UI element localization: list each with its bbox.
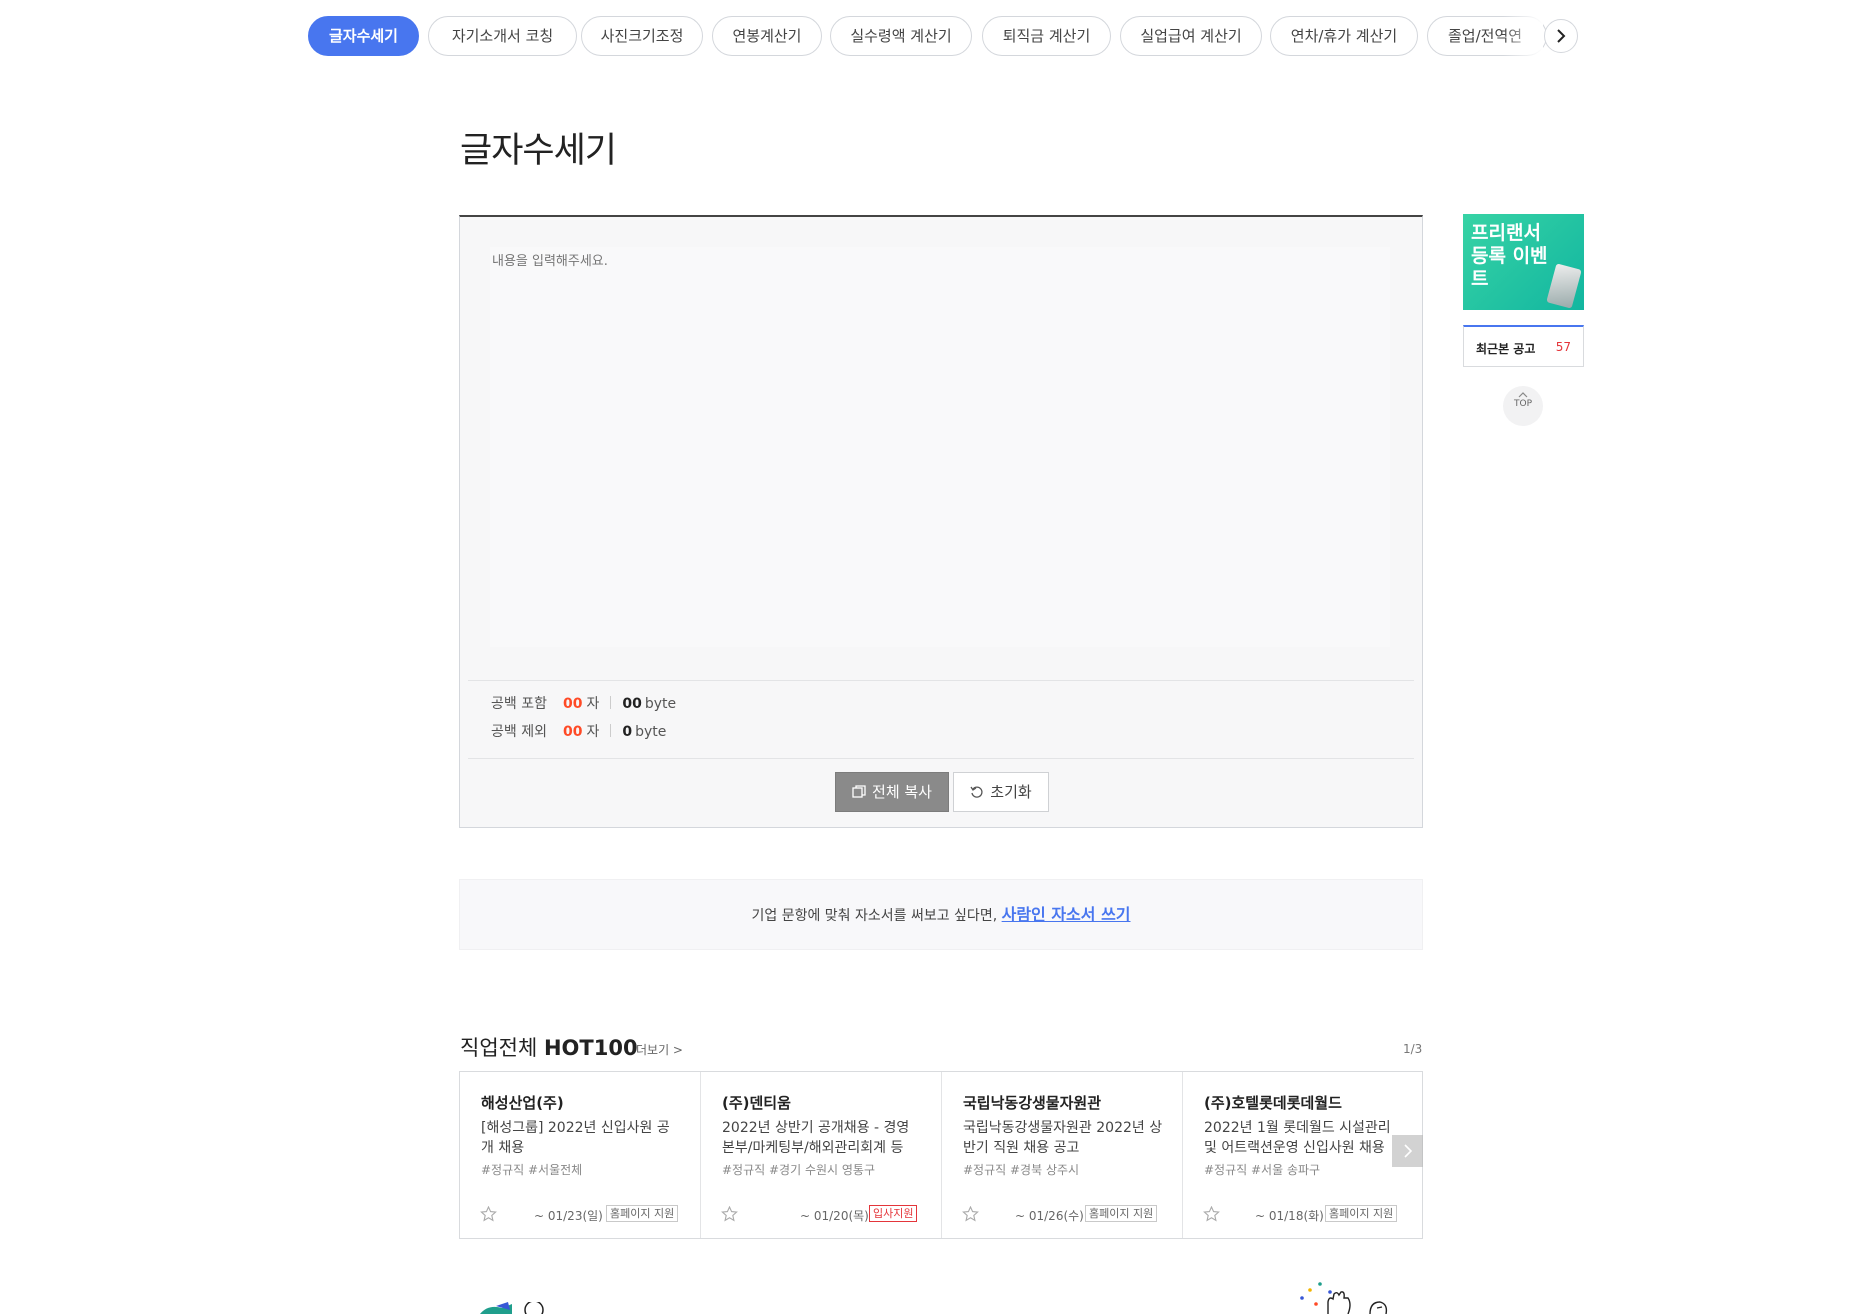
job-title[interactable]: [해성그룹] 2022년 신입사원 공개 채용 (481, 1118, 681, 1158)
company-name[interactable]: 국립낙동강생물자원관 (963, 1092, 1182, 1113)
char-unit: 자 (586, 724, 600, 740)
cover-letter-promo-banner: 기업 문항에 맞춰 자소서를 써보고 싶다면, 사람인 자소서 쓰기 (459, 879, 1423, 950)
tab-next-button[interactable] (1544, 19, 1578, 53)
job-card[interactable]: (주)덴티움 2022년 상반기 공개채용 - 경영본부/마케팅부/해외관리회계… (701, 1072, 942, 1238)
deadline: ~ 01/23(일) (534, 1209, 603, 1223)
company-name[interactable]: 해성산업(주) (481, 1092, 700, 1113)
byte-count: 0 (622, 724, 633, 740)
tab-severance-calculator[interactable]: 퇴직금 계산기 (982, 16, 1111, 56)
stat-label: 공백 포함 (491, 696, 547, 712)
copy-all-button[interactable]: 전체 복사 (835, 772, 949, 812)
byte-unit: byte (635, 724, 667, 740)
separator (610, 724, 612, 737)
copy-all-label: 전체 복사 (872, 783, 932, 801)
job-tags: #정규직 #서울전체 (481, 1163, 583, 1177)
tab-annual-leave-calculator[interactable]: 연차/휴가 계산기 (1270, 16, 1418, 56)
job-title[interactable]: 2022년 1월 롯데월드 시설관리 및 어트랙션운영 신입사원 채용 (1204, 1118, 1404, 1158)
divider (468, 680, 1414, 681)
company-name[interactable]: (주)호텔롯데롯데월드 (1204, 1092, 1424, 1113)
copy-icon (852, 785, 866, 798)
job-tags: #정규직 #경북 상주시 (963, 1163, 1080, 1177)
apply-badge[interactable]: 입사지원 (869, 1205, 918, 1222)
content-input[interactable] (490, 247, 1390, 647)
job-title[interactable]: 국립낙동강생물자원관 2022년 상반기 직원 채용 공고 (963, 1118, 1163, 1158)
divider (468, 758, 1414, 759)
page-title: 글자수세기 (460, 131, 617, 171)
chevron-right-icon (1404, 1144, 1413, 1158)
char-count: 00 (563, 696, 583, 712)
deadline: ~ 01/20(목) (800, 1209, 869, 1223)
apply-badge[interactable]: 홈페이지 지원 (606, 1205, 679, 1222)
tab-net-pay-calculator[interactable]: 실수령액 계산기 (830, 16, 972, 56)
promo-text: 기업 문항에 맞춰 자소서를 써보고 싶다면, (751, 908, 998, 924)
decorative-illustration (480, 1302, 544, 1314)
job-card[interactable]: (주)호텔롯데롯데월드 2022년 1월 롯데월드 시설관리 및 어트랙션운영 … (1183, 1072, 1424, 1238)
char-unit: 자 (586, 696, 600, 712)
stat-with-space: 공백 포함 00 자 00 byte (491, 694, 676, 714)
chevron-right-icon (1557, 29, 1566, 43)
stat-without-space: 공백 제외 00 자 0 byte (491, 722, 666, 742)
byte-count: 00 (622, 696, 642, 712)
job-tags: #정규직 #서울 송파구 (1204, 1163, 1321, 1177)
byte-unit: byte (644, 696, 677, 712)
tab-photo-resize[interactable]: 사진크기조정 (581, 16, 703, 56)
deadline: ~ 01/26(수) (1015, 1209, 1084, 1223)
tab-unemployment-calculator[interactable]: 실업급여 계산기 (1120, 16, 1262, 56)
ad-text: 프리랜서 등록 이벤트 (1471, 222, 1548, 290)
tab-salary-calculator[interactable]: 연봉계산기 (712, 16, 822, 56)
tab-fade (1503, 16, 1543, 56)
char-count: 00 (563, 724, 583, 740)
chevron-up-icon (1518, 392, 1528, 398)
job-tags: #정규직 #경기 수원시 영통구 (722, 1163, 875, 1177)
write-cover-letter-link[interactable]: 사람인 자소서 쓰기 (1002, 905, 1131, 924)
stat-label: 공백 제외 (491, 724, 547, 740)
deadline: ~ 01/18(화) (1255, 1209, 1324, 1223)
char-counter-panel: 공백 포함00자00byte 공백 제외00자0byte 전체 복사 초기화 (459, 215, 1423, 828)
hot100-job-list: 해성산업(주) [해성그룹] 2022년 신입사원 공개 채용 #정규직 #서울… (459, 1071, 1423, 1239)
job-card[interactable]: 국립낙동강생물자원관 국립낙동강생물자원관 2022년 상반기 직원 채용 공고… (942, 1072, 1183, 1238)
star-icon[interactable] (480, 1206, 497, 1222)
company-name[interactable]: (주)덴티움 (722, 1092, 941, 1113)
apply-badge[interactable]: 홈페이지 지원 (1325, 1205, 1398, 1222)
phone-image (1546, 263, 1582, 309)
freelancer-event-ad[interactable]: 프리랜서 등록 이벤트 (1463, 214, 1584, 310)
hot100-page-indicator: 1/3 (1403, 1042, 1423, 1056)
star-icon[interactable] (962, 1206, 979, 1222)
reset-label: 초기화 (990, 783, 1032, 801)
hot100-title-prefix: 직업전체 (460, 1036, 538, 1060)
job-card[interactable]: 해성산업(주) [해성그룹] 2022년 신입사원 공개 채용 #정규직 #서울… (460, 1072, 701, 1238)
jobs-next-button[interactable] (1392, 1135, 1423, 1167)
decorative-illustration (1300, 1282, 1388, 1314)
hot100-title-bold: HOT100 (543, 1036, 638, 1060)
reset-button[interactable]: 초기화 (953, 772, 1049, 812)
recent-jobs-widget[interactable]: 최근본 공고 57 (1463, 325, 1584, 367)
job-title[interactable]: 2022년 상반기 공개채용 - 경영본부/마케팅부/해외관리회계 등 (722, 1118, 922, 1158)
recent-jobs-count: 57 (1555, 340, 1571, 354)
tab-cover-letter-coaching[interactable]: 자기소개서 코칭 (428, 16, 577, 56)
hot100-title: 직업전체 HOT100 (460, 1032, 638, 1062)
tab-char-counter[interactable]: 글자수세기 (308, 16, 419, 56)
reset-icon (970, 786, 983, 798)
scroll-top-button[interactable]: TOP (1503, 386, 1543, 426)
hot100-more-link[interactable]: 더보기 > (636, 1041, 683, 1058)
separator (610, 696, 612, 709)
top-label: TOP (1513, 399, 1532, 409)
recent-jobs-label: 최근본 공고 (1476, 342, 1536, 356)
star-icon[interactable] (1203, 1206, 1220, 1222)
apply-badge[interactable]: 홈페이지 지원 (1085, 1205, 1158, 1222)
star-icon[interactable] (721, 1206, 738, 1222)
tool-tab-bar: 글자수세기 자기소개서 코칭 사진크기조정 연봉계산기 실수령액 계산기 퇴직금… (308, 16, 1578, 56)
